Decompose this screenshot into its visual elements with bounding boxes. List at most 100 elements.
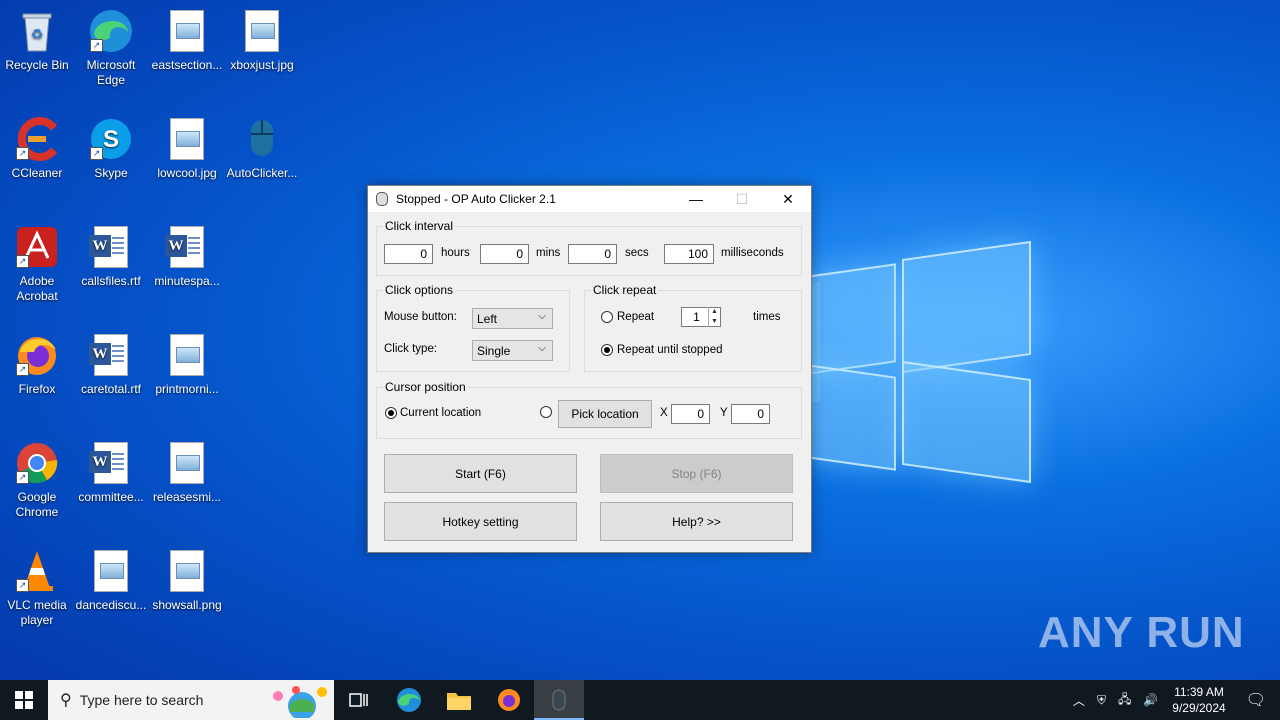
chevron-up-icon[interactable]: ︿	[1073, 692, 1085, 709]
spin-updown-icon[interactable]: ▲ ▼	[708, 307, 720, 327]
task-view-button[interactable]	[334, 680, 384, 720]
title-bar[interactable]: Stopped - OP Auto Clicker 2.1 — ☐ ✕	[368, 186, 811, 212]
firefox-icon: ↗	[14, 332, 60, 378]
desktop-icon-file[interactable]: dancediscu...	[74, 548, 148, 613]
click-type-value: Single	[477, 344, 511, 358]
click-repeat-group: Click repeat Repeat 1 ▲ ▼ times Repeat un…	[584, 283, 802, 372]
word-document-icon: W	[88, 224, 134, 270]
mouse-button-select[interactable]: Left ⌵	[472, 308, 553, 329]
desktop-icon-label: lowcool.jpg	[157, 166, 217, 180]
desktop-icon-acrobat[interactable]: ↗ Adobe Acrobat	[0, 224, 74, 304]
close-button[interactable]: ✕	[765, 186, 811, 212]
repeat-until-stopped-label: Repeat until stopped	[617, 344, 723, 356]
secs-input[interactable]: 0	[568, 244, 617, 264]
recycle-bin-icon: ♻	[14, 8, 60, 54]
desktop-icon-label: minutespa...	[154, 274, 220, 288]
desktop-icon-label: Skype	[94, 166, 128, 180]
desktop-icon-chrome[interactable]: ↗ Google Chrome	[0, 440, 74, 520]
word-document-icon: W	[88, 332, 134, 378]
edge-icon: ↗	[88, 8, 134, 54]
repeat-until-stopped-radio[interactable]	[601, 344, 613, 356]
repeat-radio[interactable]	[601, 311, 613, 323]
x-coordinate-input[interactable]: 0	[671, 404, 710, 424]
chevron-down-icon: ⌵	[538, 311, 546, 322]
desktop-icon-firefox[interactable]: ↗ Firefox	[0, 332, 74, 397]
pick-location-button[interactable]: Pick location	[558, 400, 652, 428]
mouse-button-label: Mouse button:	[384, 311, 457, 323]
desktop-icon-label: Adobe Acrobat	[16, 274, 58, 303]
click-interval-group: Click interval 0 hours 0 mins 0 secs 100…	[376, 219, 802, 276]
repeat-label: Repeat	[617, 311, 655, 323]
skype-icon: S ↗	[88, 116, 134, 162]
desktop-icon-label: caretotal.rtf	[80, 382, 142, 396]
volume-icon[interactable]: 🔊	[1143, 693, 1158, 707]
desktop-icon-label: committee...	[78, 490, 144, 504]
firefox-icon	[498, 689, 520, 711]
desktop-icon-ccleaner[interactable]: ↗ CCleaner	[0, 116, 74, 181]
desktop-icon-file[interactable]: W callsfiles.rtf	[74, 224, 148, 289]
desktop-icon-file[interactable]: printmorni...	[150, 332, 224, 397]
image-file-icon	[239, 8, 285, 54]
hotkey-setting-button[interactable]: Hotkey setting	[384, 502, 577, 541]
taskbar-autoclicker-button[interactable]	[534, 680, 584, 720]
minimize-button[interactable]: —	[673, 186, 719, 212]
search-highlight-illustration-icon	[273, 686, 327, 718]
current-location-radio[interactable]	[385, 407, 397, 419]
hours-input[interactable]: 0	[384, 244, 433, 264]
desktop-icon-recycle-bin[interactable]: ♻ Recycle Bin	[0, 8, 74, 73]
help-button[interactable]: Help? >>	[600, 502, 793, 541]
start-button[interactable]: Start (F6)	[384, 454, 577, 493]
desktop-icon-autoclicker[interactable]: AutoClicker...	[225, 116, 299, 181]
cursor-position-group: Cursor position Current location Pick lo…	[376, 380, 802, 439]
vlc-cone-icon: ↗	[14, 548, 60, 594]
desktop-icon-file[interactable]: releasesmi...	[150, 440, 224, 505]
repeat-count-input[interactable]: 1 ▲ ▼	[681, 307, 721, 327]
desktop-icon-file[interactable]: eastsection...	[150, 8, 224, 73]
desktop-icon-file[interactable]: W committee...	[74, 440, 148, 505]
taskbar-file-explorer-button[interactable]	[434, 680, 484, 720]
image-file-icon	[164, 332, 210, 378]
current-location-label: Current location	[400, 407, 482, 419]
milliseconds-input[interactable]: 100	[664, 244, 714, 264]
desktop-icon-label: xboxjust.jpg	[230, 58, 294, 72]
stop-button: Stop (F6)	[600, 454, 793, 493]
search-placeholder: Type here to search	[79, 692, 204, 708]
app-mouse-icon	[376, 192, 388, 206]
ccleaner-icon: ↗	[14, 116, 60, 162]
notification-icon[interactable]: 🗨	[1246, 690, 1266, 710]
system-tray: ︿ ⛨ 🖧 🔊 11:39 AM 9/29/2024 🗨	[1067, 680, 1280, 720]
clock[interactable]: 11:39 AM 9/29/2024	[1172, 684, 1225, 716]
mouse-icon	[552, 689, 566, 711]
pick-location-radio[interactable]	[540, 406, 552, 418]
security-icon[interactable]: ⛨	[1097, 693, 1106, 708]
desktop-icon-label: callsfiles.rtf	[81, 274, 141, 288]
y-coordinate-input[interactable]: 0	[731, 404, 770, 424]
taskbar-search-box[interactable]: ⚲ Type here to search	[48, 680, 334, 720]
network-icon[interactable]: 🖧	[1118, 690, 1131, 711]
desktop-icon-file[interactable]: lowcool.jpg	[150, 116, 224, 181]
mins-input[interactable]: 0	[480, 244, 529, 264]
desktop-icon-edge[interactable]: ↗ Microsoft Edge	[74, 8, 148, 88]
click-type-select[interactable]: Single ⌵	[472, 340, 553, 361]
desktop-icon-vlc[interactable]: ↗ VLC media player	[0, 548, 74, 628]
svg-text:S: S	[103, 126, 119, 153]
secs-label: secs	[625, 247, 649, 259]
desktop-icon-file[interactable]: W minutespa...	[150, 224, 224, 289]
taskbar-edge-button[interactable]	[384, 680, 434, 720]
taskbar: ⚲ Type here to search ︿ ⛨ 🖧 🔊 11:39 AM 9…	[0, 680, 1280, 720]
image-file-icon	[88, 548, 134, 594]
desktop-icon-skype[interactable]: S ↗ Skype	[74, 116, 148, 181]
start-button-windows[interactable]	[0, 680, 48, 720]
word-document-icon: W	[164, 224, 210, 270]
taskbar-firefox-button[interactable]	[484, 680, 534, 720]
mouse-button-value: Left	[477, 312, 498, 326]
folder-icon	[447, 693, 471, 710]
desktop-icon-file[interactable]: showsall.png	[150, 548, 224, 613]
desktop-icon-label: dancediscu...	[75, 598, 147, 612]
anyrun-watermark: ANY RUN	[1038, 608, 1245, 657]
word-document-icon: W	[88, 440, 134, 486]
desktop-icon-file[interactable]: xboxjust.jpg	[225, 8, 299, 73]
desktop-icon-file[interactable]: W caretotal.rtf	[74, 332, 148, 397]
desktop-icon-label: CCleaner	[11, 166, 63, 180]
clock-date: 9/29/2024	[1172, 701, 1226, 715]
